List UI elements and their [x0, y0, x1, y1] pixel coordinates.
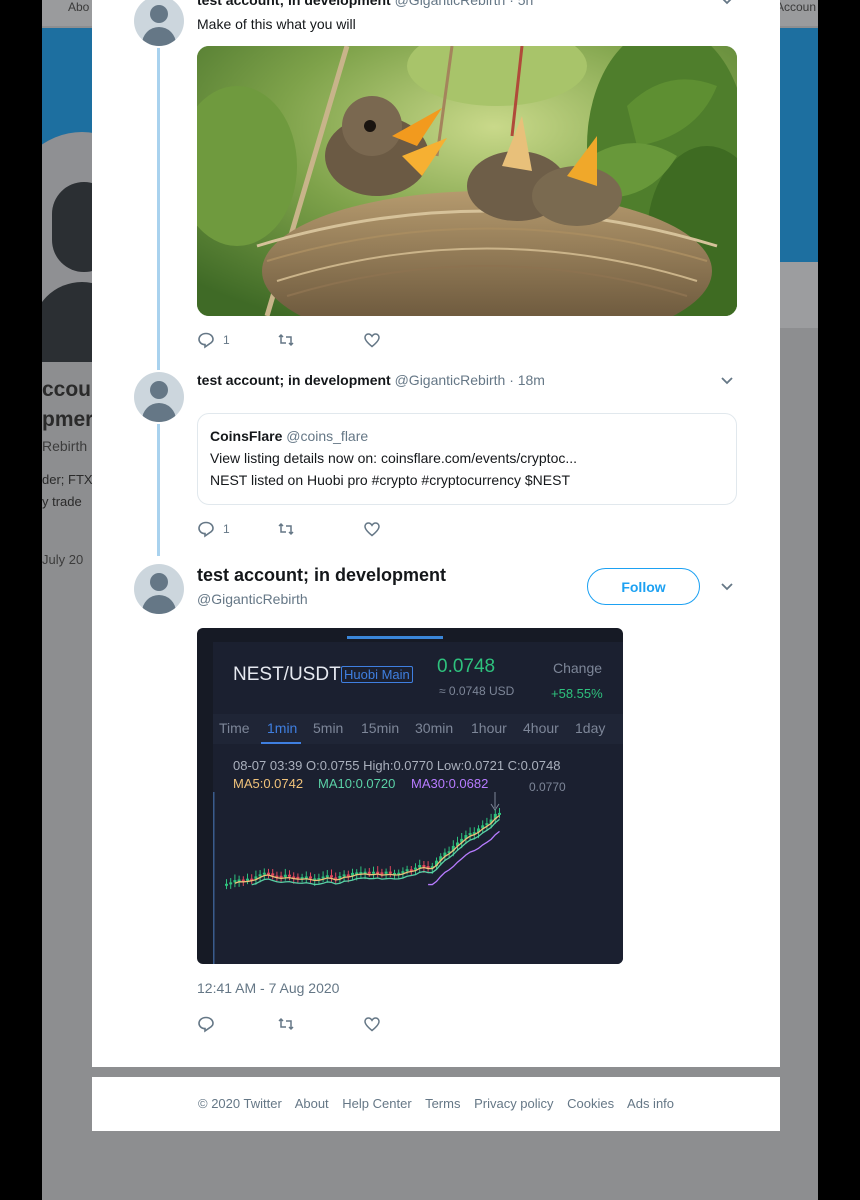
- baby-birds-nest-image: [197, 46, 737, 316]
- price-usd: ≈ 0.0748 USD: [439, 684, 515, 698]
- tweet-header: test account; in development @GiganticRe…: [197, 372, 545, 388]
- background-nav-about: Abo: [68, 0, 90, 14]
- last-price: 0.0748: [437, 656, 496, 677]
- tweet-timestamp[interactable]: 12:41 AM - 7 Aug 2020: [197, 980, 339, 996]
- timeframe-15min: 15min: [361, 720, 400, 736]
- change-value: +58.55%: [551, 686, 603, 701]
- reply-button[interactable]: 1: [197, 520, 230, 538]
- avatar[interactable]: [134, 0, 184, 46]
- tweet-time[interactable]: · 5h: [509, 0, 533, 8]
- tweet-text: Make of this what you will: [197, 16, 356, 32]
- candlestick-chart-image: [213, 792, 501, 964]
- author-name[interactable]: test account; in development: [197, 565, 446, 586]
- footer-link-help-center[interactable]: Help Center: [342, 1096, 411, 1111]
- quote-author-handle: @coins_flare: [286, 428, 369, 444]
- timeframe-time: Time: [219, 720, 250, 736]
- thread-connector: [157, 424, 160, 556]
- tweet-time[interactable]: · 18m: [509, 372, 545, 388]
- chevron-down-icon[interactable]: [720, 580, 734, 594]
- background-bio-line2: y trade: [42, 494, 82, 509]
- retweet-button[interactable]: [277, 331, 295, 349]
- background-bio-line1: der; FTX: [42, 472, 93, 487]
- footer-copyright: © 2020 Twitter: [198, 1096, 282, 1111]
- like-button[interactable]: [363, 331, 381, 349]
- page-footer: © 2020 Twitter About Help Center Terms P…: [92, 1077, 780, 1131]
- like-button[interactable]: [363, 1015, 381, 1033]
- author-handle[interactable]: @GiganticRebirth: [395, 372, 506, 388]
- heart-icon: [364, 1017, 380, 1032]
- quote-header: CoinsFlare @coins_flare: [210, 428, 724, 444]
- background-handle: Rebirth: [42, 438, 88, 454]
- quote-author-name: CoinsFlare: [210, 428, 283, 444]
- retweet-button[interactable]: [277, 520, 295, 538]
- reply-count: 1: [223, 522, 230, 536]
- retweet-button[interactable]: [277, 1015, 295, 1033]
- retweet-icon: [278, 333, 294, 347]
- ma30-readout: MA30:0.0682: [411, 776, 489, 791]
- heart-icon: [364, 522, 380, 537]
- reply-button[interactable]: [197, 1015, 215, 1033]
- reply-icon: [198, 332, 214, 349]
- ma10-readout: MA10:0.0720: [318, 776, 396, 791]
- reply-icon: [198, 1016, 214, 1033]
- retweet-icon: [278, 522, 294, 536]
- background-joined-date: July 20: [42, 552, 84, 567]
- quote-text-line2: NEST listed on Huobi pro #crypto #crypto…: [210, 472, 571, 488]
- trading-pair: NEST/USDT: [233, 664, 341, 685]
- reply-count: 1: [223, 333, 230, 347]
- avatar[interactable]: [134, 372, 184, 422]
- quote-text-line1: View listing details now on: coinsflare.…: [210, 450, 578, 466]
- active-timeframe-indicator: [261, 742, 301, 744]
- tweet-actions: 1: [197, 331, 497, 351]
- tweet-actions: [197, 1015, 497, 1035]
- footer-link-cookies[interactable]: Cookies: [567, 1096, 614, 1111]
- timeframe-1hour: 1hour: [471, 720, 507, 736]
- author-handle[interactable]: @GiganticRebirth: [197, 591, 308, 607]
- follow-button[interactable]: Follow: [587, 568, 700, 605]
- footer-link-ads-info[interactable]: Ads info: [627, 1096, 674, 1111]
- ohlc-readout: 08-07 03:39 O:0.0755 High:0.0770 Low:0.0…: [233, 758, 561, 773]
- author-handle[interactable]: @GiganticRebirth: [395, 0, 506, 8]
- timeframe-30min: 30min: [415, 720, 454, 736]
- reply-button[interactable]: 1: [197, 331, 230, 349]
- thread-connector: [157, 48, 160, 370]
- change-label: Change: [553, 660, 603, 676]
- footer-link-terms[interactable]: Terms: [425, 1096, 460, 1111]
- trading-panel: NEST/USDT Huobi Main 0.0748 ≈ 0.0748 USD…: [213, 642, 623, 964]
- avatar[interactable]: [134, 564, 184, 614]
- timeframe-1day: 1day: [575, 720, 606, 736]
- retweet-icon: [278, 1017, 294, 1031]
- background-nav-account: Accoun: [776, 0, 817, 14]
- footer-link-about[interactable]: About: [295, 1096, 329, 1111]
- screenshot-scroll-indicator: [347, 636, 443, 639]
- timeframe-bar: Time 1min 5min 15min 30min 1hour 4hour 1…: [213, 714, 623, 744]
- footer-links: © 2020 Twitter About Help Center Terms P…: [198, 1096, 684, 1111]
- reply-icon: [198, 521, 214, 538]
- heart-icon: [364, 333, 380, 348]
- quoted-tweet[interactable]: CoinsFlare @coins_flare View listing det…: [197, 413, 737, 505]
- author-name[interactable]: test account; in development: [197, 372, 391, 388]
- timeframe-1min: 1min: [267, 720, 298, 736]
- like-button[interactable]: [363, 520, 381, 538]
- tweet-header: test account; in development @GiganticRe…: [197, 0, 533, 8]
- exchange-badge: Huobi Main: [341, 666, 413, 683]
- background-name-line2: pmer: [42, 408, 94, 431]
- tweet-thread-modal: test account; in development @GiganticRe…: [92, 0, 780, 1067]
- timeframe-5min: 5min: [313, 720, 344, 736]
- chevron-down-icon[interactable]: [720, 0, 734, 8]
- ma5-readout: MA5:0.0742: [233, 776, 304, 791]
- tweet-media-trading-screenshot[interactable]: NEST/USDT Huobi Main 0.0748 ≈ 0.0748 USD…: [197, 628, 623, 964]
- chevron-down-icon[interactable]: [720, 374, 734, 388]
- tweet-media-photo[interactable]: [197, 46, 737, 316]
- timeframe-4hour: 4hour: [523, 720, 559, 736]
- footer-link-privacy-policy[interactable]: Privacy policy: [474, 1096, 553, 1111]
- author-name[interactable]: test account; in development: [197, 0, 391, 8]
- tweet-actions: 1: [197, 520, 497, 540]
